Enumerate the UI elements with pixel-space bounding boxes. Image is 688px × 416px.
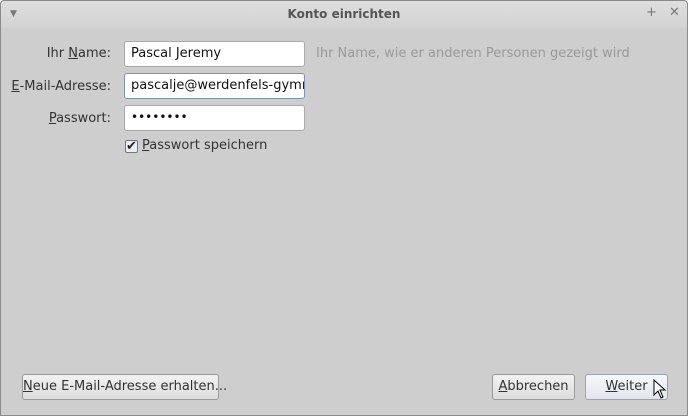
account-setup-dialog: ▼ Konto einrichten + ✕ Ihr Name: Pascal … <box>0 0 688 416</box>
email-input[interactable]: pascalje@werdenfels-gymnas <box>124 73 305 99</box>
remember-password-checkbox[interactable]: ✔ <box>125 140 138 153</box>
new-email-address-button[interactable]: Neue E-Mail-Adresse erhalten... <box>22 374 227 400</box>
maximize-icon[interactable]: + <box>646 5 657 20</box>
password-input[interactable]: •••••••• <box>124 105 305 131</box>
name-input[interactable]: Pascal Jeremy <box>124 41 305 67</box>
email-label: E-Mail-Adresse: <box>11 79 111 94</box>
cancel-button[interactable]: Abbrechen <box>492 374 575 400</box>
title-bar: ▼ Konto einrichten + ✕ <box>1 1 687 28</box>
password-label: Passwort: <box>48 111 111 126</box>
name-label: Ihr Name: <box>46 46 111 61</box>
mouse-cursor-icon <box>653 379 667 399</box>
window-title: Konto einrichten <box>287 7 401 21</box>
name-hint: Ihr Name, wie er anderen Personen gezeig… <box>316 46 630 61</box>
remember-password-label[interactable]: Passwort speichern <box>142 138 267 153</box>
close-icon[interactable]: ✕ <box>669 5 680 20</box>
